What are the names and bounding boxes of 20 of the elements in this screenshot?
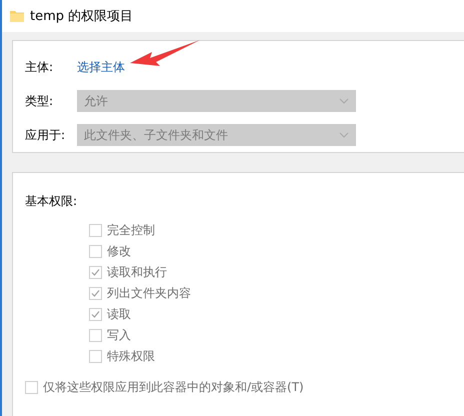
- section-label: 基本权限:: [25, 193, 78, 210]
- permission-label: 完全控制: [107, 222, 155, 239]
- permission-label: 读取和执行: [107, 264, 167, 281]
- check-icon: [91, 289, 100, 298]
- permission-label: 列出文件夹内容: [107, 285, 191, 302]
- field-label: 主体:: [25, 58, 54, 76]
- permission-label: 写入: [107, 327, 131, 344]
- chevron-down-icon: [339, 132, 349, 138]
- permission-label: 读取: [107, 306, 131, 323]
- permission-label: 修改: [107, 243, 131, 260]
- field-label: 应用于:: [25, 126, 66, 144]
- field-label: 类型:: [25, 92, 54, 110]
- check-icon: [91, 310, 100, 319]
- select-principal-link[interactable]: 选择主体: [77, 58, 125, 76]
- folder-icon: [10, 10, 24, 22]
- chevron-down-icon: [339, 98, 349, 104]
- option-label: 仅将这些权限应用到此容器中的对象和/或容器(T): [43, 379, 304, 396]
- window-title: temp 的权限项目: [30, 8, 134, 25]
- check-icon: [91, 268, 100, 277]
- permission-label: 特殊权限: [107, 348, 155, 365]
